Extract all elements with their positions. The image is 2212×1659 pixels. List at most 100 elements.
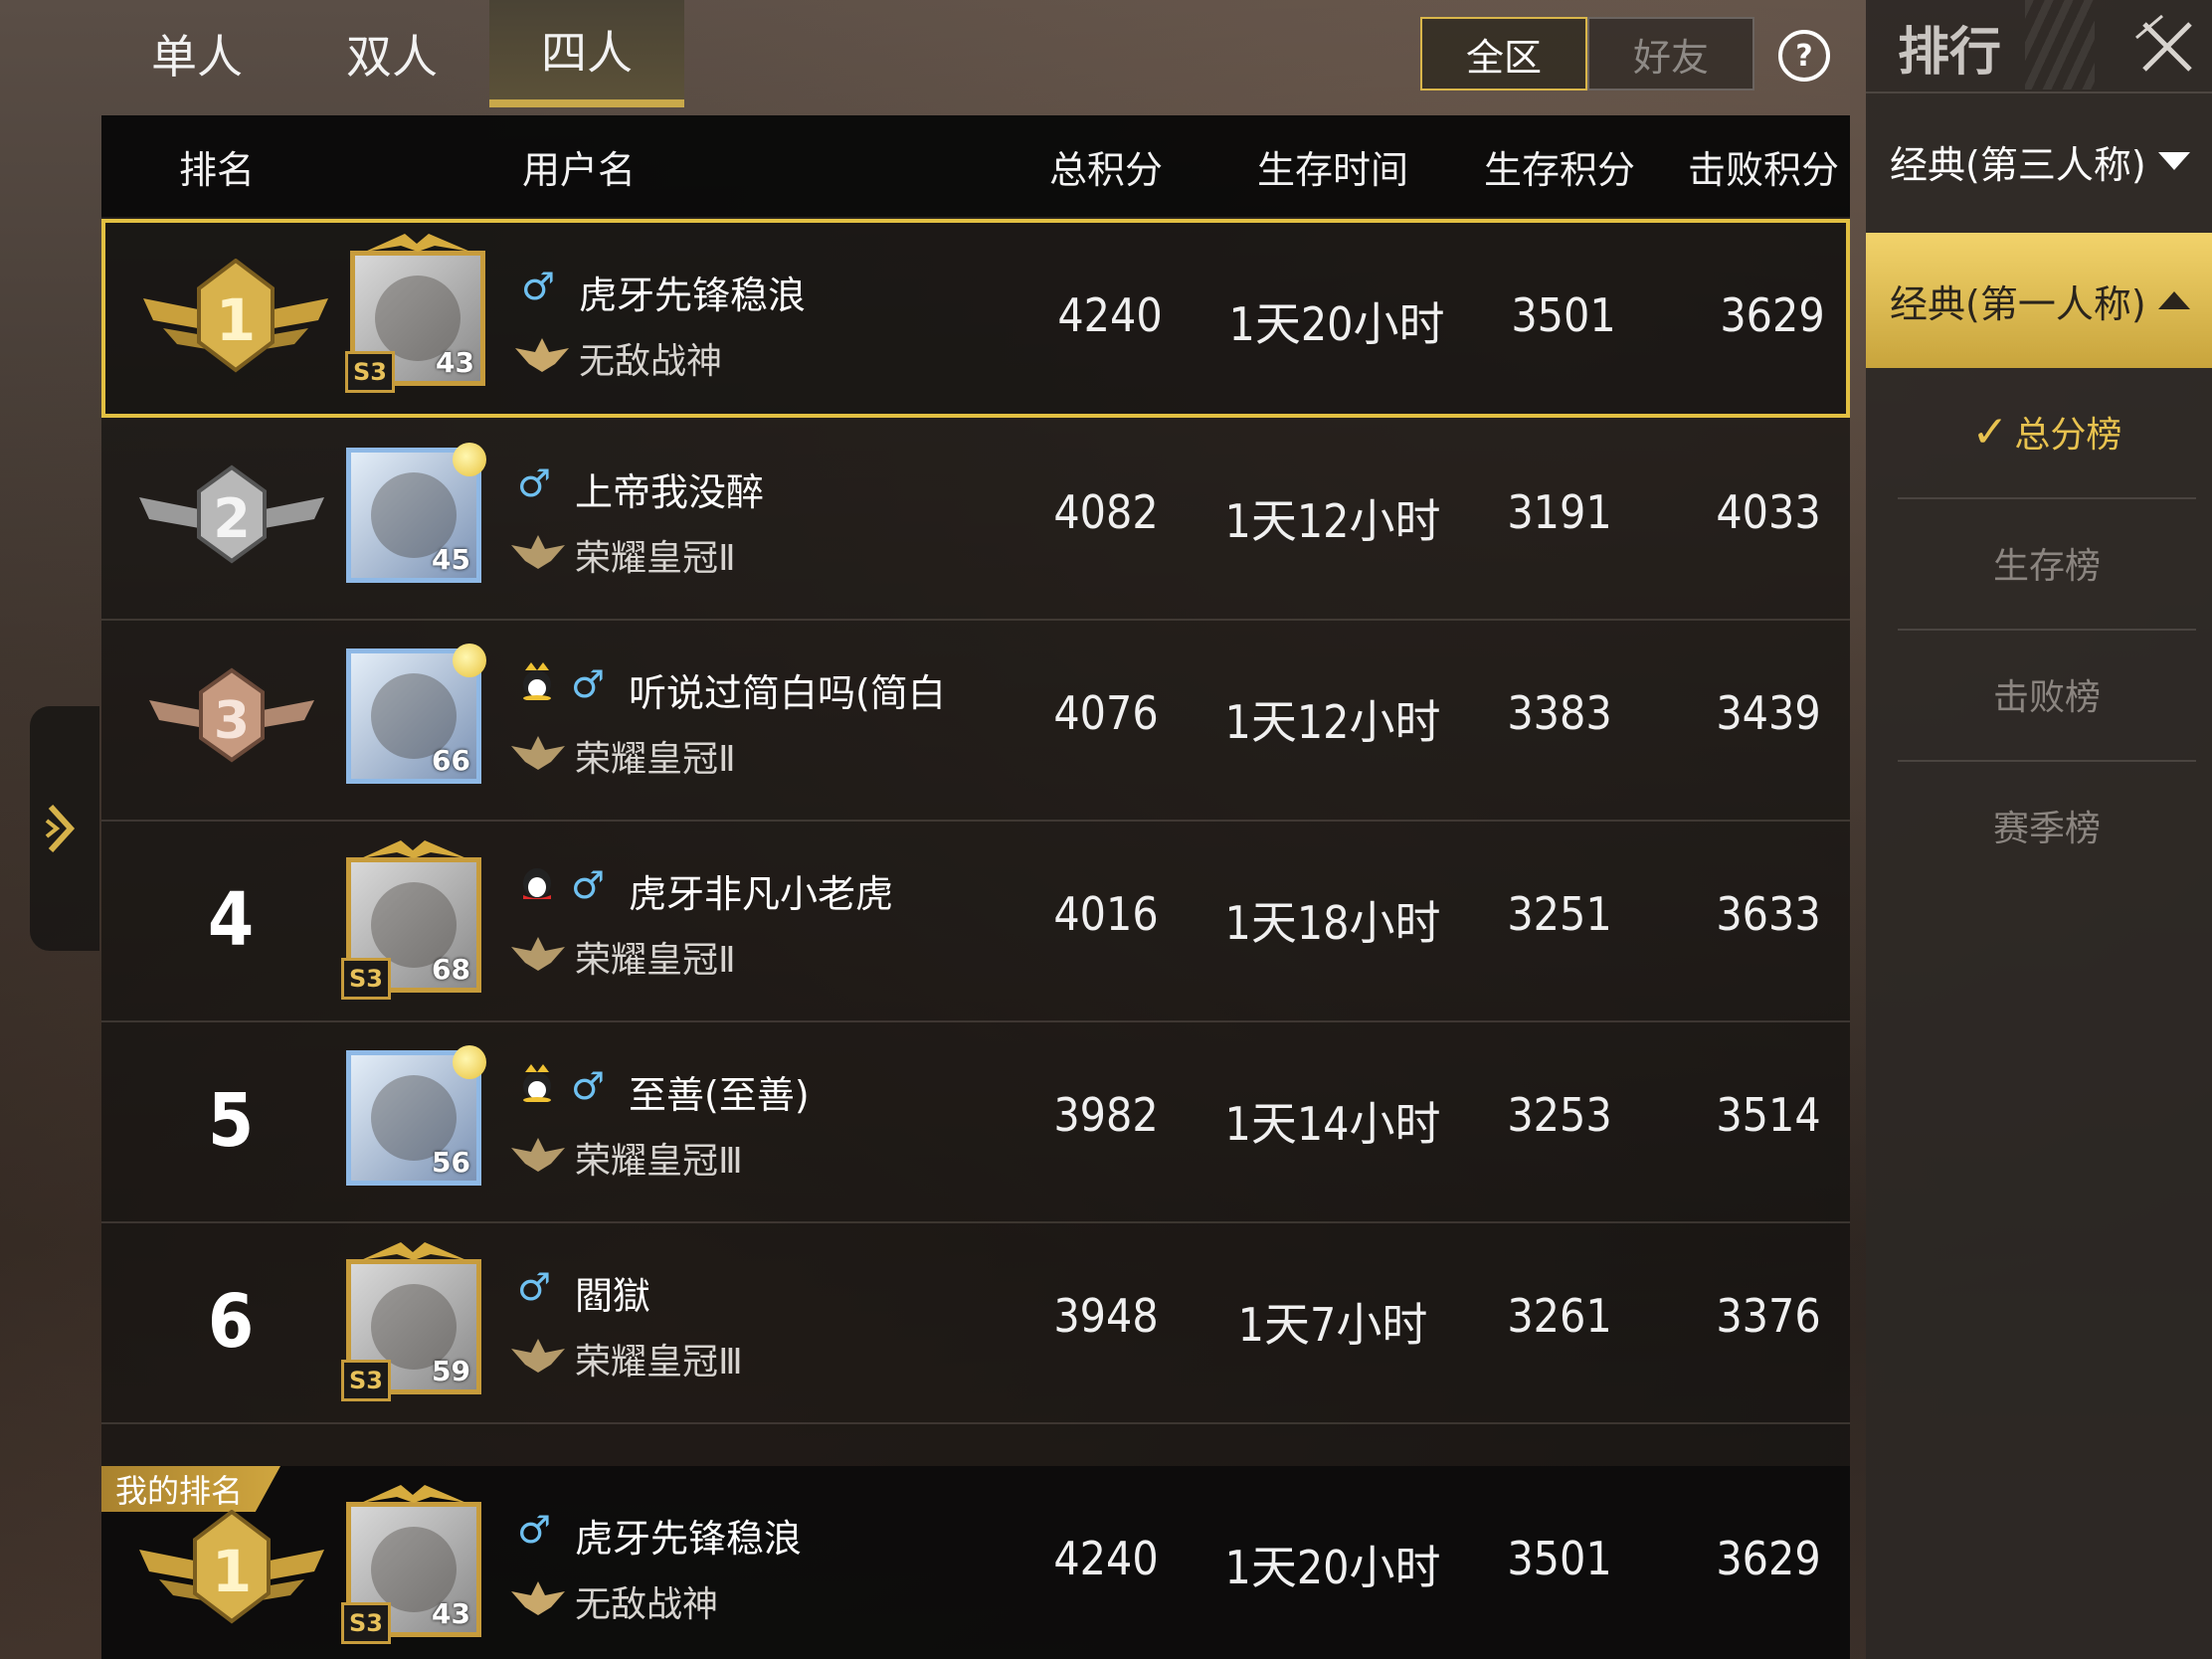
decor-stripe — [2025, 0, 2095, 90]
my-rank-row[interactable]: 我的排名 1 S3 43 ♂ 虎牙先锋稳浪 无敌战神 4240 1天20小时 3… — [101, 1466, 1850, 1659]
level-badge: 59 — [432, 1355, 470, 1387]
male-icon: ♂ — [571, 1064, 606, 1108]
avatar[interactable]: S3 59 — [341, 1242, 481, 1401]
season-badge: S3 — [341, 958, 391, 1000]
table-row[interactable]: 3 66 ♂ 听说过简白吗(简白) 荣耀皇冠Ⅱ 4076 1天12小时 3383… — [101, 621, 1850, 822]
penguin-crown-icon — [517, 1062, 557, 1103]
level-badge: 56 — [432, 1146, 470, 1179]
avatar[interactable]: 56 — [346, 1045, 486, 1186]
double-chevron-right-icon — [45, 804, 76, 853]
table-row[interactable]: 6 S3 59 ♂ 閻獄 荣耀皇冠Ⅲ 3948 1天7小时 3261 3376 — [101, 1223, 1850, 1424]
player-name: 至善(至善) — [629, 1073, 810, 1117]
avatar[interactable]: 45 — [346, 443, 486, 583]
table-row[interactable]: 2 45 ♂ 上帝我没醉 荣耀皇冠Ⅱ 4082 1天12小时 3191 4033 — [101, 420, 1850, 621]
level-badge: 45 — [432, 543, 470, 576]
male-icon: ♂ — [517, 461, 552, 505]
level-badge: 43 — [436, 346, 474, 379]
tier-label: 无敌战神 — [575, 1584, 719, 1625]
total-score: 4082 — [1053, 485, 1159, 539]
player-name: 虎牙先锋稳浪 — [575, 1517, 803, 1561]
male-icon: ♂ — [571, 863, 606, 907]
tab-duo[interactable]: 双人 — [294, 0, 489, 107]
player-name: 虎牙非凡小老虎 — [629, 872, 894, 916]
total-score: 4240 — [1053, 1532, 1159, 1585]
tab-solo[interactable]: 单人 — [99, 0, 294, 107]
level-badge: 68 — [432, 953, 470, 986]
mode-fpp-dropdown[interactable]: 经典(第一人称) — [1866, 233, 2212, 368]
panel-title: 排行 — [1898, 23, 2002, 83]
male-icon: ♂ — [521, 265, 556, 308]
tier-icon — [511, 1339, 565, 1373]
board-season[interactable]: 赛季榜 — [1898, 760, 2196, 891]
total-score: 4240 — [1057, 288, 1163, 342]
player-name: 閻獄 — [575, 1274, 651, 1318]
close-icon[interactable] — [2134, 14, 2204, 84]
mode-tpp-dropdown[interactable]: 经典(第三人称) — [1866, 93, 2212, 229]
col-survival-score: 生存积分 — [1483, 147, 1635, 192]
board-survival[interactable]: 生存榜 — [1898, 497, 2196, 631]
rank-1-medal-icon: 1 — [139, 1510, 324, 1624]
help-icon[interactable]: ? — [1778, 30, 1830, 82]
kill-score: 4033 — [1716, 485, 1821, 539]
tab-squad[interactable]: 四人 — [489, 0, 684, 107]
scope-all-button[interactable]: 全区 — [1420, 17, 1587, 91]
survival-score: 3501 — [1511, 288, 1616, 342]
total-score: 4076 — [1053, 686, 1159, 740]
board-total-label: 总分榜 — [2014, 415, 2122, 456]
tier-icon — [511, 937, 565, 971]
rank-number: 2 — [213, 487, 251, 550]
survival-score: 3383 — [1507, 686, 1612, 740]
board-kills-label: 击败榜 — [1992, 677, 2101, 718]
mode-fpp-label: 经典(第一人称) — [1890, 281, 2146, 326]
tier-icon — [511, 736, 565, 770]
col-kill-score: 击败积分 — [1687, 147, 1839, 192]
level-badge: 43 — [432, 1597, 470, 1630]
male-icon: ♂ — [517, 1265, 552, 1309]
kill-score: 3376 — [1716, 1289, 1821, 1343]
table-row[interactable]: 1 S3 43 ♂ 虎牙先锋稳浪 无敌战神 4240 1天20小时 3501 3… — [101, 219, 1850, 418]
survival-score: 3191 — [1507, 485, 1612, 539]
level-badge: 66 — [432, 744, 470, 777]
rank-number: 5 — [207, 1078, 255, 1164]
survival-time: 1天20小时 — [1228, 297, 1445, 351]
tier-icon — [515, 338, 569, 372]
avatar[interactable]: S3 43 — [345, 234, 485, 393]
mode-tpp-label: 经典(第三人称) — [1890, 142, 2146, 187]
table-row[interactable]: 4 S3 68 ♂ 虎牙非凡小老虎 荣耀皇冠Ⅱ 4016 1天18小时 3251… — [101, 822, 1850, 1022]
table-header: 排名 用户名 总积分 生存时间 生存积分 击败积分 — [101, 115, 1850, 217]
penguin-crown-icon — [517, 660, 557, 701]
rank-3-medal-icon: 3 — [149, 667, 314, 763]
avatar[interactable]: S3 43 — [341, 1485, 481, 1644]
rank-number: 3 — [214, 691, 250, 751]
col-total: 总积分 — [1048, 147, 1163, 192]
table-row[interactable]: 5 56 ♂ 至善(至善) 荣耀皇冠Ⅲ 3982 1天14小时 3253 351… — [101, 1022, 1850, 1223]
player-name: 虎牙先锋稳浪 — [579, 274, 807, 317]
tier-label: 荣耀皇冠Ⅲ — [575, 1141, 743, 1182]
season-badge: S3 — [341, 1602, 391, 1644]
leaderboard-table: 排名 用户名 总积分 生存时间 生存积分 击败积分 1 S3 43 ♂ 虎牙先锋… — [101, 115, 1850, 1659]
player-name: 上帝我没醉 — [575, 470, 765, 514]
scope-toggle: 全区 好友 — [1420, 17, 1754, 91]
scope-friends-button[interactable]: 好友 — [1587, 17, 1754, 91]
survival-time: 1天14小时 — [1224, 1097, 1441, 1151]
board-total[interactable]: ✓ 总分榜 — [1898, 366, 2196, 499]
survival-score: 3501 — [1507, 1532, 1612, 1585]
survival-time: 1天12小时 — [1224, 695, 1441, 749]
caret-up-icon — [2158, 291, 2190, 309]
avatar[interactable]: S3 68 — [341, 840, 481, 1000]
rank-1-medal-icon: 1 — [143, 259, 328, 373]
survival-time: 1天12小时 — [1224, 494, 1441, 548]
total-score: 4016 — [1053, 887, 1159, 941]
rank-number: 4 — [207, 877, 255, 963]
season-badge: S3 — [341, 1360, 391, 1401]
board-kills[interactable]: 击败榜 — [1898, 629, 2196, 762]
total-score: 3948 — [1053, 1289, 1159, 1343]
survival-time: 1天18小时 — [1224, 896, 1441, 950]
kill-score: 3439 — [1716, 686, 1821, 740]
male-icon: ♂ — [517, 1508, 552, 1552]
season-badge: S3 — [345, 351, 395, 393]
avatar[interactable]: 66 — [346, 644, 486, 784]
tier-label: 荣耀皇冠Ⅱ — [575, 940, 736, 981]
expand-side-tab[interactable] — [30, 706, 99, 951]
tier-label: 荣耀皇冠Ⅱ — [575, 538, 736, 579]
